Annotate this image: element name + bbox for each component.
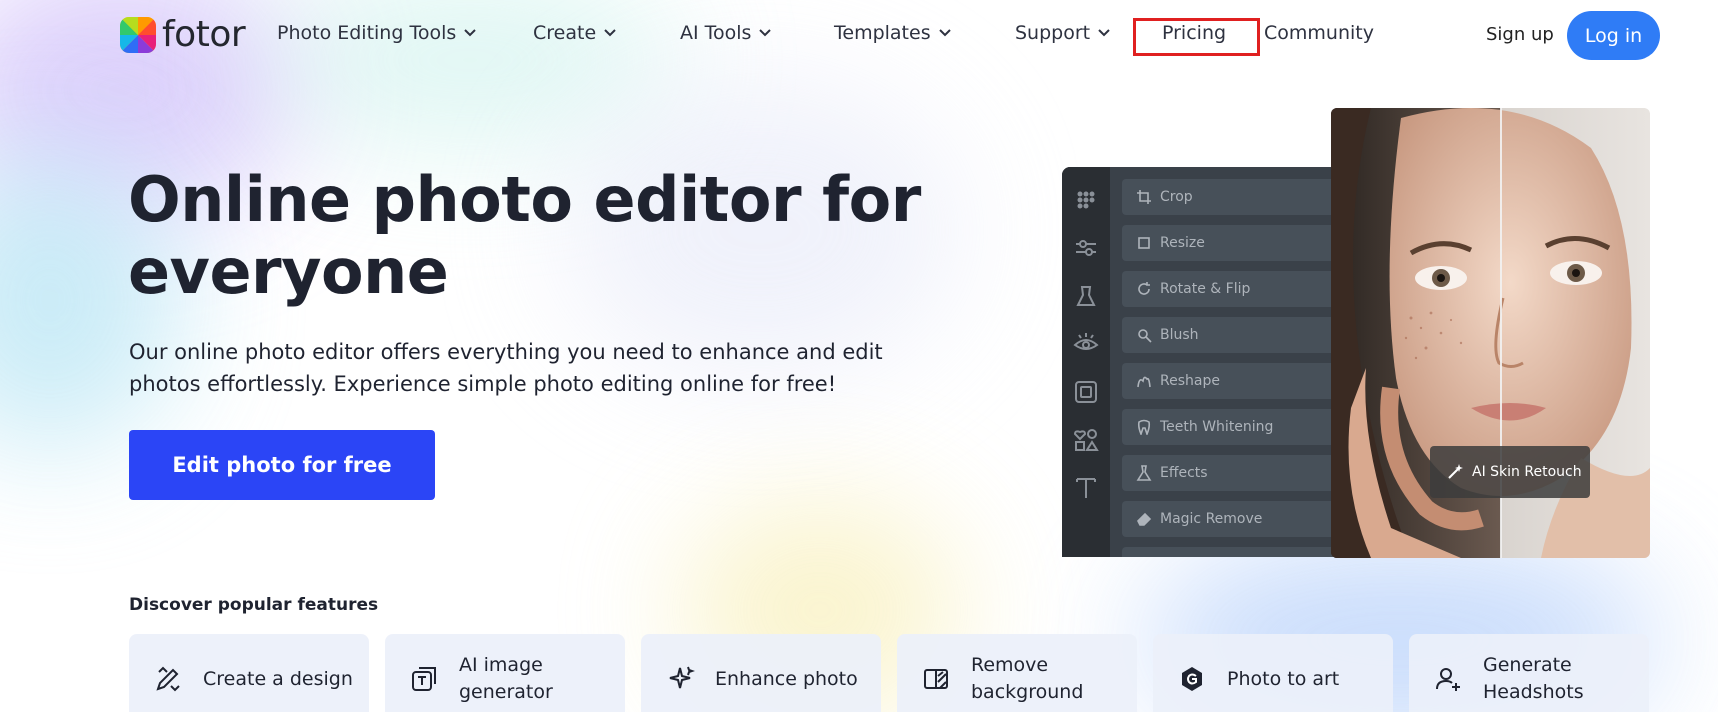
nav-community[interactable]: Community [1264, 22, 1374, 44]
edit-photo-button[interactable]: Edit photo for free [129, 430, 435, 500]
tool-row [1122, 547, 1352, 557]
chevron-down-icon [759, 29, 772, 37]
tool-effects[interactable]: Effects [1122, 455, 1352, 491]
tool-magic-remove[interactable]: Magic Remove [1122, 501, 1352, 537]
elements-icon [1073, 429, 1099, 451]
site-header: fotor Photo Editing Tools Create AI Tool… [0, 0, 1718, 72]
blush-icon [1138, 329, 1152, 343]
feature-create-design[interactable]: Create a design [129, 634, 369, 712]
nav-label: AI Tools [680, 22, 752, 44]
sign-up-link[interactable]: Sign up [1486, 24, 1554, 45]
nav-pricing[interactable]: Pricing [1162, 22, 1226, 44]
feature-enhance-photo[interactable]: Enhance photo [641, 634, 881, 712]
eye-icon [1073, 333, 1099, 350]
fotor-logo-icon [120, 17, 156, 53]
nav-label: Photo Editing Tools [277, 22, 457, 44]
feature-label: Create a design [203, 667, 353, 690]
editor-toolbar [1062, 167, 1110, 557]
feature-label: Enhance photo [715, 667, 858, 690]
flask-icon [1136, 465, 1152, 481]
tool-label: Crop [1160, 189, 1193, 205]
feature-photo-to-art[interactable]: Photo to art [1153, 634, 1393, 712]
eraser-icon [1137, 512, 1152, 526]
nav-label: Templates [834, 22, 931, 44]
beauty-icon [1076, 286, 1096, 306]
nav-label: Pricing [1162, 22, 1227, 44]
tool-blush[interactable]: Blush [1122, 317, 1352, 353]
tool-crop[interactable]: Crop [1122, 179, 1352, 215]
features-heading: Discover popular features [129, 595, 379, 615]
tool-label: Effects [1160, 465, 1208, 481]
nav-photo-editing-tools[interactable]: Photo Editing Tools [277, 22, 476, 44]
tool-teeth-whitening[interactable]: Teeth Whitening [1122, 409, 1352, 445]
tool-label: Teeth Whitening [1160, 419, 1274, 435]
tool-reshape[interactable]: Reshape [1122, 363, 1352, 399]
tool-label: Magic Remove [1160, 511, 1263, 527]
chevron-down-icon [938, 29, 951, 37]
hero-title: Online photo editor for everyone [128, 163, 921, 308]
pencil-ruler-icon [156, 666, 180, 692]
text-icon [1076, 478, 1096, 498]
rotate-icon [1138, 282, 1150, 295]
feature-remove-background[interactable]: Remove background [897, 634, 1137, 712]
nav-label: Create [533, 22, 597, 44]
sparkle-icon [669, 666, 695, 689]
feature-generate-headshots[interactable]: Generate Headshots [1409, 634, 1649, 712]
hero-subtitle: Our online photo editor offers everythin… [129, 340, 883, 396]
feature-label: Remove background [971, 654, 1084, 703]
resize-icon [1138, 237, 1150, 249]
nav-create[interactable]: Create [533, 22, 616, 44]
logo-text: fotor [162, 14, 246, 55]
tool-label: Reshape [1160, 373, 1220, 389]
crop-icon [1137, 190, 1151, 204]
nav-support[interactable]: Support [1015, 22, 1110, 44]
log-in-button[interactable]: Log in [1567, 11, 1660, 60]
nav-label: Support [1015, 22, 1091, 44]
grid-icon [1077, 191, 1095, 209]
feature-label: Photo to art [1227, 667, 1340, 690]
tool-label: Resize [1160, 235, 1205, 251]
user-plus-icon [1436, 668, 1460, 691]
nav-label: Community [1264, 22, 1374, 44]
feature-label: Generate Headshots [1483, 654, 1584, 703]
nav-templates[interactable]: Templates [834, 22, 951, 44]
tooth-icon [1137, 419, 1151, 435]
badge-label: AI Skin Retouch [1472, 464, 1582, 480]
nav-ai-tools[interactable]: AI Tools [680, 22, 772, 44]
feature-ai-image-generator[interactable]: AI image generator [385, 634, 625, 712]
logo[interactable]: fotor [120, 14, 246, 55]
ai-image-icon [412, 667, 436, 691]
adjust-icon [1076, 240, 1096, 256]
ai-skin-retouch-badge: AI Skin Retouch [1430, 446, 1590, 498]
tool-resize[interactable]: Resize [1122, 225, 1352, 261]
chevron-down-icon [464, 29, 476, 37]
editor-mockup: Crop Resize Rotate & Flip Blush Reshape … [1062, 167, 1352, 557]
tool-rotate-flip[interactable]: Rotate & Flip [1122, 271, 1352, 307]
wand-icon [1448, 464, 1463, 479]
chevron-down-icon [1098, 29, 1110, 37]
tool-label: Blush [1160, 327, 1199, 343]
remove-bg-icon [924, 669, 948, 689]
frame-icon [1075, 381, 1097, 403]
reshape-icon [1137, 376, 1151, 388]
feature-label: AI image generator [459, 654, 553, 703]
tool-label: Rotate & Flip [1160, 281, 1251, 297]
art-icon [1182, 667, 1202, 691]
chevron-down-icon [604, 29, 616, 37]
